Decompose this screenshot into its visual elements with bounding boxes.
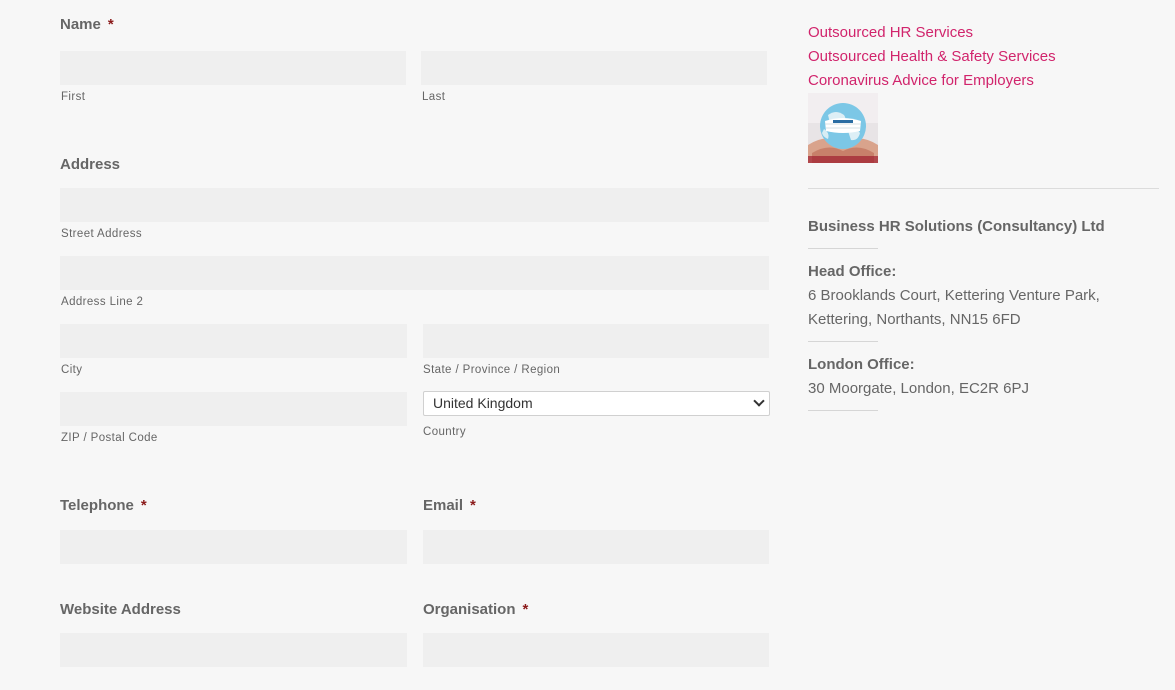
required-mark: * bbox=[522, 601, 529, 618]
email-label-text: Email bbox=[423, 497, 464, 514]
email-label: Email * bbox=[423, 497, 476, 514]
country-sublabel: Country bbox=[423, 426, 467, 438]
company-name: Business HR Solutions (Consultancy) Ltd bbox=[808, 218, 1105, 235]
first-name-input[interactable] bbox=[60, 51, 406, 85]
required-mark: * bbox=[140, 497, 147, 514]
chevron-down-icon bbox=[753, 395, 765, 407]
address-line2-sublabel: Address Line 2 bbox=[61, 296, 144, 308]
last-name-input[interactable] bbox=[421, 51, 767, 85]
website-input[interactable] bbox=[60, 633, 407, 667]
zip-input[interactable] bbox=[60, 392, 407, 426]
head-office-address-line2: Kettering, Northants, NN15 6FD bbox=[808, 311, 1021, 328]
country-selected-value: United Kingdom bbox=[433, 395, 533, 411]
telephone-input[interactable] bbox=[60, 530, 407, 564]
globe-hands-thumbnail[interactable] bbox=[808, 93, 878, 163]
london-office-label: London Office: bbox=[808, 356, 915, 373]
zip-sublabel: ZIP / Postal Code bbox=[61, 432, 158, 444]
street-address-sublabel: Street Address bbox=[61, 228, 143, 240]
page: Name * First Last Address Street Address … bbox=[0, 0, 1175, 690]
address-label: Address bbox=[60, 156, 121, 173]
london-office-address: 30 Moorgate, London, EC2R 6PJ bbox=[808, 380, 1029, 397]
short-divider bbox=[808, 410, 878, 411]
last-name-sublabel: Last bbox=[422, 91, 446, 103]
city-input[interactable] bbox=[60, 324, 407, 358]
organisation-label: Organisation * bbox=[423, 601, 528, 618]
sidebar-link-outsourced-hr[interactable]: Outsourced HR Services bbox=[808, 24, 973, 41]
email-input[interactable] bbox=[423, 530, 769, 564]
country-select[interactable]: United Kingdom bbox=[423, 391, 770, 416]
name-label: Name * bbox=[60, 16, 114, 33]
sidebar-divider bbox=[808, 188, 1159, 189]
state-sublabel: State / Province / Region bbox=[423, 364, 561, 376]
street-address-input[interactable] bbox=[60, 188, 769, 222]
telephone-label-text: Telephone bbox=[60, 497, 134, 514]
state-input[interactable] bbox=[423, 324, 769, 358]
head-office-label: Head Office: bbox=[808, 263, 897, 280]
required-mark: * bbox=[470, 497, 476, 514]
first-name-sublabel: First bbox=[61, 91, 86, 103]
address-line2-input[interactable] bbox=[60, 256, 769, 290]
organisation-label-text: Organisation bbox=[423, 601, 516, 618]
name-label-text: Name bbox=[60, 16, 101, 33]
city-sublabel: City bbox=[61, 364, 83, 376]
organisation-input[interactable] bbox=[423, 633, 769, 667]
sidebar-link-coronavirus[interactable]: Coronavirus Advice for Employers bbox=[808, 72, 1034, 89]
website-label: Website Address bbox=[60, 601, 181, 618]
sidebar-link-health-safety[interactable]: Outsourced Health & Safety Services bbox=[808, 48, 1056, 65]
required-mark: * bbox=[107, 16, 114, 33]
globe-image-icon bbox=[808, 93, 878, 163]
head-office-address-line1: 6 Brooklands Court, Kettering Venture Pa… bbox=[808, 287, 1100, 304]
telephone-label: Telephone * bbox=[60, 497, 147, 514]
short-divider bbox=[808, 248, 878, 249]
short-divider bbox=[808, 341, 878, 342]
